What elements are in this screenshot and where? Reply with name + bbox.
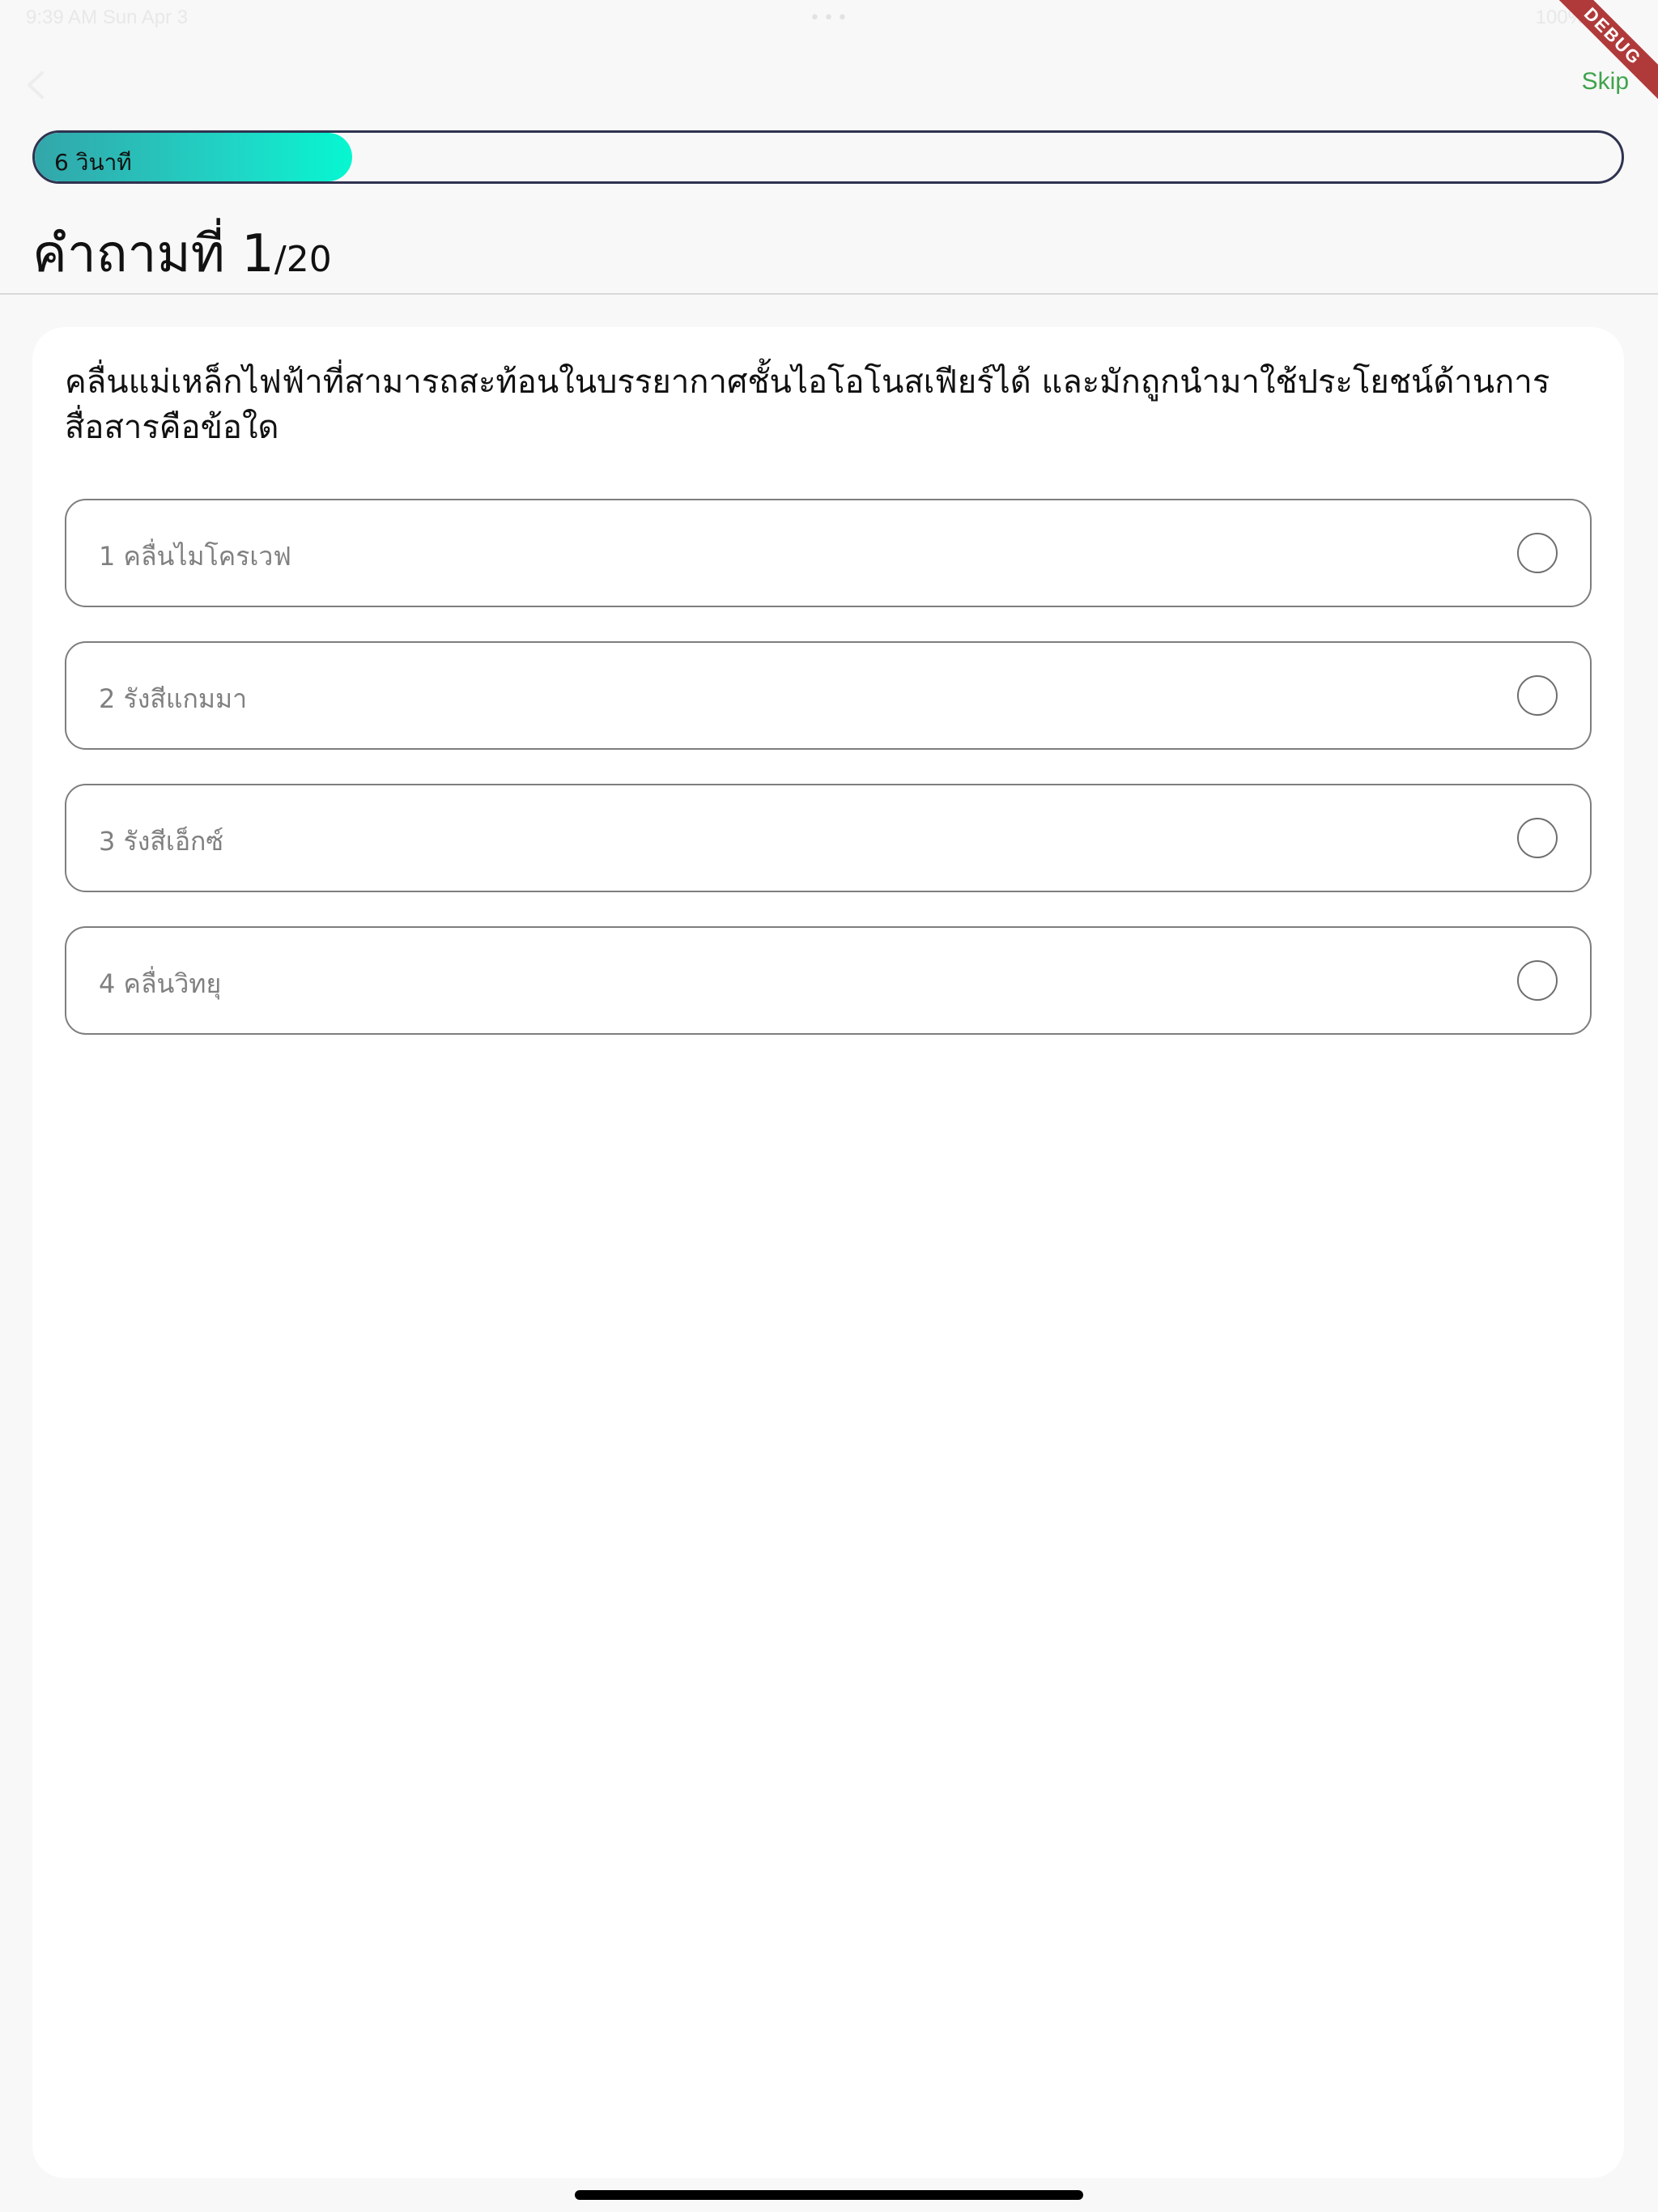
question-counter-current: คำถามที่ 1 xyxy=(32,224,274,284)
answer-option-1[interactable]: 1 คลื่นไมโครเวฟ xyxy=(65,499,1592,607)
skip-button[interactable]: Skip xyxy=(1582,68,1629,96)
question-counter-total: /20 xyxy=(274,239,332,280)
home-indicator xyxy=(575,2190,1083,2200)
timer-label: 6 วินาที xyxy=(54,149,132,176)
status-bar: 9:39 AM Sun Apr 3 ••• 100% xyxy=(0,0,1658,37)
chevron-left-icon xyxy=(28,71,44,99)
question-counter: คำถามที่ 1/20 xyxy=(32,212,332,295)
answer-option-3[interactable]: 3 รังสีเอ็กซ์ xyxy=(65,784,1592,892)
status-time: 9:39 AM Sun Apr 3 xyxy=(26,6,189,28)
radio-button-icon[interactable] xyxy=(1517,533,1558,573)
answer-option-2[interactable]: 2 รังสีแกมมา xyxy=(65,641,1592,750)
radio-button-icon[interactable] xyxy=(1517,960,1558,1001)
radio-button-icon[interactable] xyxy=(1517,818,1558,858)
header-divider xyxy=(0,293,1658,295)
answer-option-label: 3 รังสีเอ็กซ์ xyxy=(99,826,224,857)
back-button[interactable] xyxy=(16,65,57,105)
answer-option-label: 4 คลื่นวิทยุ xyxy=(99,968,222,999)
answer-option-label: 2 รังสีแกมมา xyxy=(99,683,248,714)
question-text: คลื่นแม่เหล็กไฟฟ้าที่สามารถสะท้อนในบรรยา… xyxy=(65,364,1550,446)
question-card: คลื่นแม่เหล็กไฟฟ้าที่สามารถสะท้อนในบรรยา… xyxy=(32,327,1624,2178)
answer-option-label: 1 คลื่นไมโครเวฟ xyxy=(99,541,291,572)
radio-button-icon[interactable] xyxy=(1517,675,1558,716)
answer-option-4[interactable]: 4 คลื่นวิทยุ xyxy=(65,926,1592,1035)
timer-progress-bar: 6 วินาที xyxy=(32,130,1624,184)
multitasking-dots: ••• xyxy=(810,8,851,28)
